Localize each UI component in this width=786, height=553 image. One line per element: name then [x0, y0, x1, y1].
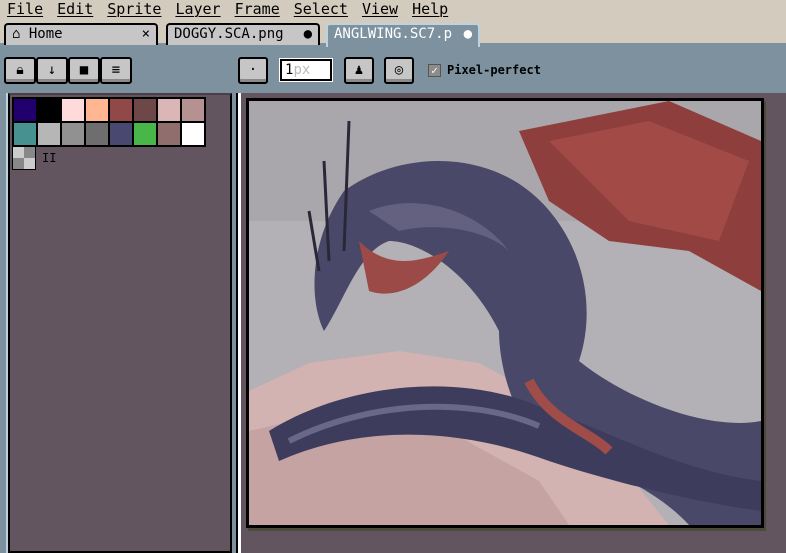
- pixel-perfect-label: Pixel-perfect: [447, 63, 541, 77]
- brush-type-button[interactable]: ·: [238, 57, 268, 84]
- close-icon[interactable]: ×: [142, 25, 150, 44]
- size-unit: px: [293, 62, 311, 78]
- ink-icon: ♟: [354, 62, 364, 78]
- menu-frame[interactable]: Frame: [228, 0, 287, 20]
- palette-swatch[interactable]: [61, 122, 85, 146]
- tab-bar: ⌂ Home × DOGGY.SCA.png ● ANGLWING.SC7.p …: [0, 20, 786, 47]
- editor-area: [238, 93, 786, 553]
- pixel-perfect-zoom-button[interactable]: ◎: [384, 57, 414, 84]
- palette-swatch[interactable]: [157, 98, 181, 122]
- tab-doggy[interactable]: DOGGY.SCA.png ●: [166, 23, 320, 45]
- dragon-artwork: [249, 101, 761, 525]
- magnifier-icon: ◎: [394, 62, 404, 78]
- pixel-perfect-toggle[interactable]: ✓ Pixel-perfect: [428, 63, 541, 77]
- palette-swatch[interactable]: [181, 122, 205, 146]
- lock-icon: 🔒︎: [16, 62, 24, 78]
- palette-swatch[interactable]: [133, 122, 157, 146]
- move-down-button[interactable]: ↓: [36, 57, 68, 84]
- checkbox-icon[interactable]: ✓: [428, 63, 441, 77]
- menu-layer[interactable]: Layer: [168, 0, 227, 20]
- pause-icon: II: [42, 151, 57, 165]
- menu-help[interactable]: Help: [405, 0, 455, 20]
- arrow-down-icon: ↓: [47, 62, 57, 78]
- tab-anglwing[interactable]: ANGLWING.SC7.p ●: [326, 23, 480, 47]
- palette-swatch[interactable]: [85, 122, 109, 146]
- tab-label: Home: [28, 26, 63, 42]
- tab-label: ANGLWING.SC7.p: [334, 26, 453, 42]
- color-palette: [12, 97, 206, 147]
- transparent-swatch[interactable]: [12, 146, 36, 170]
- tab-home[interactable]: ⌂ Home ×: [4, 23, 158, 45]
- menu-select[interactable]: Select: [287, 0, 355, 20]
- tab-label: DOGGY.SCA.png: [174, 26, 284, 42]
- square-button[interactable]: ■: [68, 57, 100, 84]
- palette-swatch[interactable]: [109, 122, 133, 146]
- palette-swatch[interactable]: [157, 122, 181, 146]
- brush-size-input[interactable]: 1px: [280, 59, 332, 81]
- palette-swatch[interactable]: [181, 98, 205, 122]
- menu-edit[interactable]: Edit: [50, 0, 100, 20]
- ink-button[interactable]: ♟: [344, 57, 374, 84]
- modified-dot-icon[interactable]: ●: [464, 25, 472, 44]
- menu-sprite[interactable]: Sprite: [100, 0, 168, 20]
- context-toolbar: 🔒︎ ↓ ■ ≡ · 1px ♟ ◎ ✓ Pixel-perfect: [0, 49, 786, 91]
- lock-button[interactable]: 🔒︎: [4, 57, 36, 84]
- menu-bar: File Edit Sprite Layer Frame Select View Help: [0, 0, 786, 20]
- home-icon: ⌂: [12, 26, 21, 42]
- options-button[interactable]: ≡: [100, 57, 132, 84]
- brush-dot: ·: [248, 62, 258, 78]
- menu-file[interactable]: File: [0, 0, 50, 20]
- menu-icon: ≡: [111, 62, 121, 78]
- palette-swatch[interactable]: [13, 98, 37, 122]
- modified-dot-icon[interactable]: ●: [304, 25, 312, 44]
- menu-view[interactable]: View: [355, 0, 405, 20]
- palette-swatch[interactable]: [109, 98, 133, 122]
- palette-swatch[interactable]: [85, 98, 109, 122]
- palette-swatch[interactable]: [133, 98, 157, 122]
- palette-panel: II: [8, 93, 232, 553]
- sprite-canvas[interactable]: [246, 98, 764, 528]
- palette-swatch[interactable]: [37, 98, 61, 122]
- palette-swatch[interactable]: [61, 98, 85, 122]
- palette-swatch[interactable]: [37, 122, 61, 146]
- palette-swatch[interactable]: [13, 122, 37, 146]
- square-icon: ■: [79, 62, 89, 78]
